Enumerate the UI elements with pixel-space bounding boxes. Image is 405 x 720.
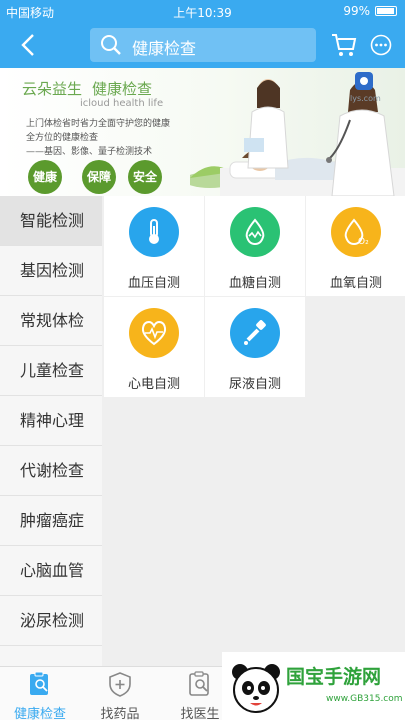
tab-health-check[interactable]: 健康检查 bbox=[0, 667, 80, 720]
category-item-urology[interactable]: 泌尿检测 bbox=[0, 596, 102, 646]
banner-line: 全方位的健康检查 bbox=[26, 133, 99, 143]
banner-line: 上门体检省时省力全面守护您的健康 bbox=[26, 119, 171, 129]
clipboard-search-icon bbox=[30, 671, 48, 695]
category-item-cardio[interactable]: 心脑血管 bbox=[0, 546, 102, 596]
svg-text:O₂: O₂ bbox=[358, 237, 369, 246]
tab-label: 找药品 bbox=[100, 707, 140, 720]
oxygen-icon: O₂ bbox=[331, 207, 381, 257]
banner-badge: 健康 bbox=[28, 160, 62, 194]
banner-badge: 保障 bbox=[82, 160, 116, 194]
panda-logo-icon bbox=[232, 664, 280, 713]
category-item-metabolism[interactable]: 代谢检查 bbox=[0, 446, 102, 496]
nav-bar: 健康检查 bbox=[0, 22, 405, 68]
banner-brand-en: icloud health life bbox=[80, 98, 164, 109]
category-list: 智能检测 基因检测 常规体检 儿童检查 精神心理 代谢检查 肿瘤癌症 心脑血管 … bbox=[0, 196, 102, 666]
watermark-title: 国宝手游网 bbox=[286, 666, 382, 688]
watermark-url: www.GB315.com bbox=[326, 694, 403, 704]
tool-urine[interactable]: 尿液自测 bbox=[205, 297, 305, 397]
brand-logo-icon bbox=[355, 72, 373, 90]
tool-ecg[interactable]: 心电自测 bbox=[104, 297, 204, 397]
banner-brand: 云朵益生 bbox=[22, 80, 83, 98]
heart-pulse-icon bbox=[129, 308, 179, 358]
category-item-routine[interactable]: 常规体检 bbox=[0, 296, 102, 346]
more-button[interactable] bbox=[370, 34, 392, 56]
banner-line: ——基因、影像、量子检测技术 bbox=[26, 147, 153, 157]
tool-blood-sugar[interactable]: 血糖自测 bbox=[205, 196, 305, 296]
status-bar: 中国移动 上午10:39 99% bbox=[0, 0, 405, 22]
tool-label: 心电自测 bbox=[127, 377, 180, 392]
tab-find-medicine[interactable]: 找药品 bbox=[80, 667, 160, 720]
cart-icon bbox=[332, 34, 357, 56]
search-input[interactable]: 健康检查 bbox=[90, 28, 316, 62]
category-item-gene[interactable]: 基因检测 bbox=[0, 246, 102, 296]
battery-percent: 99% bbox=[343, 4, 370, 18]
category-item-smart-detection[interactable]: 智能检测 bbox=[0, 196, 102, 246]
self-test-grid: 血压自测 血糖自测 O₂ 血氧自测 心电自测 尿液自测 bbox=[102, 196, 405, 666]
clipboard-search-outline-icon bbox=[189, 671, 209, 696]
tool-blood-pressure[interactable]: 血压自测 bbox=[104, 196, 204, 296]
chevron-left-icon bbox=[21, 34, 34, 56]
cart-button[interactable] bbox=[330, 31, 358, 59]
category-item-mental[interactable]: 精神心理 bbox=[0, 396, 102, 446]
tool-label: 血氧自测 bbox=[329, 276, 382, 291]
site-watermark: 国宝手游网 www.GB315.com bbox=[222, 652, 405, 720]
category-item-tumor[interactable]: 肿瘤癌症 bbox=[0, 496, 102, 546]
banner-site-text: lys.com bbox=[350, 94, 381, 103]
banner-brand-subtitle: 健康检查 bbox=[92, 80, 153, 98]
blood-drop-icon bbox=[230, 207, 280, 257]
thermometer-icon bbox=[129, 207, 179, 257]
shield-plus-icon bbox=[109, 672, 131, 697]
back-button[interactable] bbox=[16, 32, 42, 58]
promo-banner[interactable]: 云朵益生 健康检查 icloud health life 上门体检省时省力全面守… bbox=[0, 68, 405, 196]
more-icon bbox=[370, 34, 392, 56]
status-right: 99% bbox=[343, 4, 397, 18]
category-item-children[interactable]: 儿童检查 bbox=[0, 346, 102, 396]
tab-label: 健康检查 bbox=[13, 707, 66, 720]
search-icon bbox=[101, 35, 121, 55]
tool-blood-oxygen[interactable]: O₂ 血氧自测 bbox=[306, 196, 405, 296]
banner-badge: 安全 bbox=[128, 160, 162, 194]
tool-label: 血糖自测 bbox=[228, 276, 281, 291]
tool-label: 血压自测 bbox=[127, 276, 180, 291]
battery-icon bbox=[375, 6, 397, 16]
search-placeholder: 健康检查 bbox=[132, 39, 197, 58]
tool-label: 尿液自测 bbox=[228, 377, 281, 392]
dropper-icon bbox=[230, 308, 280, 358]
